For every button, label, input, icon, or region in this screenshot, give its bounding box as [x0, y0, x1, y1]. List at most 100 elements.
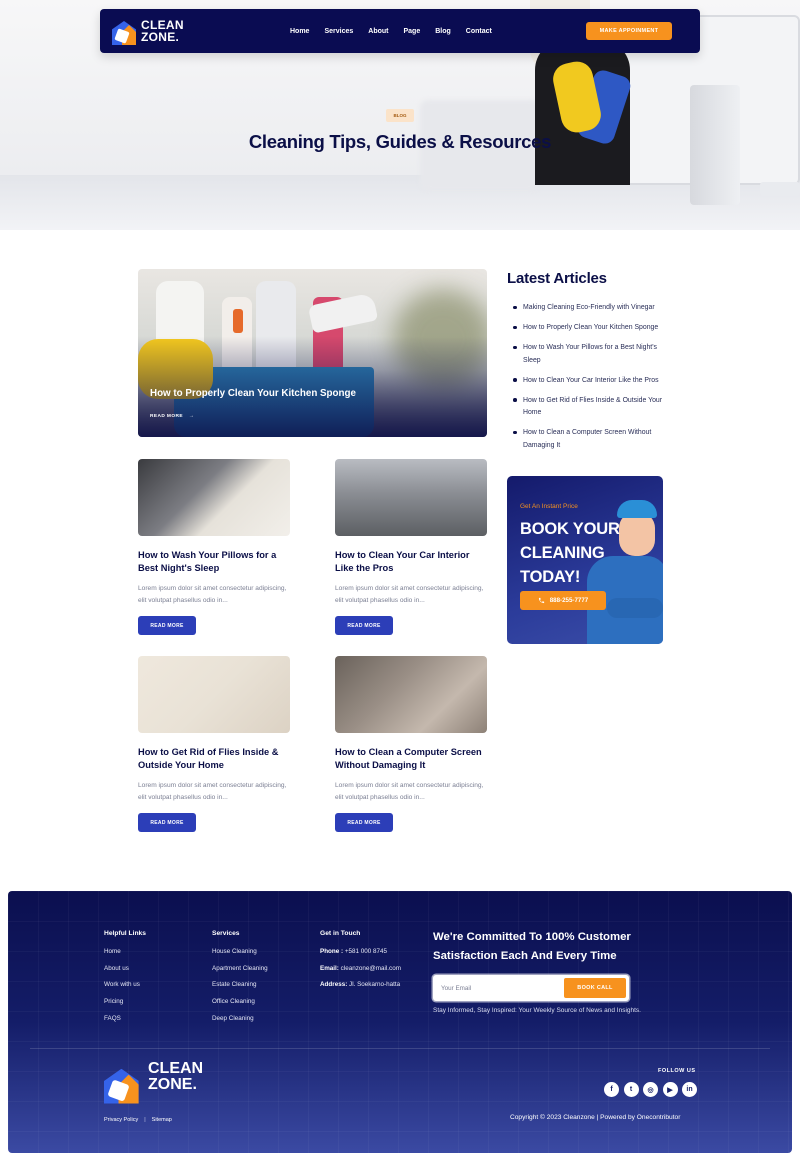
footer-helpful-links: Helpful Links Home About us Work with us…: [104, 930, 146, 1031]
latest-article-link[interactable]: How to Get Rid of Flies Inside & Outside…: [513, 395, 665, 420]
post-thumbnail[interactable]: [138, 656, 290, 733]
latest-article-link[interactable]: How to Properly Clean Your Kitchen Spong…: [513, 322, 665, 335]
post-title[interactable]: How to Get Rid of Flies Inside & Outside…: [138, 746, 290, 772]
footer-divider: [30, 1048, 770, 1049]
featured-post-title[interactable]: How to Properly Clean Your Kitchen Spong…: [150, 388, 356, 399]
footer-link[interactable]: About us: [104, 965, 146, 972]
privacy-policy-link[interactable]: Privacy Policy: [104, 1117, 138, 1123]
legal-separator: |: [144, 1117, 146, 1123]
footer-contact: Get in Touch Phone : +581 000 8745 Email…: [320, 930, 401, 998]
footer-brand-logo[interactable]: CLEAN ZONE.: [104, 1061, 203, 1104]
featured-post[interactable]: How to Properly Clean Your Kitchen Spong…: [138, 269, 487, 437]
footer-link[interactable]: Apartment Cleaning: [212, 965, 268, 972]
nav-link-blog[interactable]: Blog: [435, 28, 451, 35]
featured-overlay: [138, 269, 487, 437]
hero-section: CLEAN ZONE. Home Services About Page Blo…: [0, 0, 800, 230]
post-title[interactable]: How to Clean a Computer Screen Without D…: [335, 746, 487, 772]
footer-link[interactable]: Pricing: [104, 998, 146, 1005]
post-card: How to Get Rid of Flies Inside & Outside…: [138, 656, 290, 832]
follow-us-label: FOLLOW US: [658, 1068, 696, 1074]
email-label: Email:: [320, 964, 339, 972]
footer-email: Email: cleanzone@mail.com: [320, 965, 401, 972]
site-footer: Helpful Links Home About us Work with us…: [8, 891, 792, 1153]
post-excerpt: Lorem ipsum dolor sit amet consectetur a…: [138, 585, 287, 604]
promo-subtitle: Get An Instant Price: [520, 503, 578, 510]
sitemap-link[interactable]: Sitemap: [152, 1117, 172, 1123]
nav-links: Home Services About Page Blog Contact: [290, 9, 492, 53]
footer-link[interactable]: Deep Cleaning: [212, 1015, 268, 1022]
footer-legal-links: Privacy Policy | Sitemap: [104, 1117, 172, 1123]
make-appointment-button[interactable]: MAKE APPOINMENT: [586, 22, 672, 40]
newsletter-note: Stay Informed, Stay Inspired: Your Weekl…: [433, 1007, 641, 1014]
footer-brand-wordmark: CLEAN ZONE.: [148, 1061, 203, 1093]
facebook-icon[interactable]: f: [604, 1082, 619, 1097]
footer-column-heading: Services: [212, 930, 240, 937]
promo-headline: BOOK YOUR CLEANING TODAY!: [520, 520, 620, 586]
latest-article-link[interactable]: How to Clean Your Car Interior Like the …: [513, 375, 665, 388]
book-call-button[interactable]: BOOK CALL: [564, 978, 626, 998]
post-thumbnail[interactable]: [335, 459, 487, 536]
brand-logo[interactable]: CLEAN ZONE.: [112, 17, 184, 45]
footer-commitment-heading: We're Committed To 100% Customer Satisfa…: [433, 931, 631, 962]
latest-article-link[interactable]: Making Cleaning Eco-Friendly with Vinega…: [513, 302, 665, 315]
booking-promo-banner: Get An Instant Price BOOK YOUR CLEANING …: [507, 476, 663, 644]
read-more-label: READ MORE: [150, 414, 183, 419]
read-more-button[interactable]: READ MORE: [335, 616, 393, 635]
brand-name-line2: ZONE.: [148, 1076, 197, 1093]
house-logo-icon: [104, 1063, 139, 1104]
post-thumbnail[interactable]: [138, 459, 290, 536]
youtube-icon[interactable]: ▶: [662, 1082, 678, 1097]
nav-link-home[interactable]: Home: [290, 28, 309, 35]
post-excerpt: Lorem ipsum dolor sit amet consectetur a…: [335, 585, 484, 604]
post-excerpt: Lorem ipsum dolor sit amet consectetur a…: [335, 782, 484, 801]
newsletter-form: Your Email BOOK CALL: [433, 975, 629, 1001]
post-card: How to Clean Your Car Interior Like the …: [335, 459, 487, 635]
post-card: How to Clean a Computer Screen Without D…: [335, 656, 487, 832]
copyright-text: Copyright © 2023 Cleanzone | Powered by …: [510, 1114, 681, 1121]
instagram-icon[interactable]: ◎: [643, 1082, 658, 1097]
latest-articles-list: Making Cleaning Eco-Friendly with Vinega…: [513, 302, 665, 460]
address-label: Address:: [320, 981, 348, 989]
post-thumbnail[interactable]: [335, 656, 487, 733]
footer-column-heading: Helpful Links: [104, 930, 146, 937]
footer-link[interactable]: House Cleaning: [212, 948, 268, 955]
hero-badge: BLOG: [386, 109, 414, 122]
twitter-icon[interactable]: t: [623, 1082, 639, 1097]
post-title[interactable]: How to Clean Your Car Interior Like the …: [335, 549, 487, 575]
footer-link[interactable]: Estate Cleaning: [212, 981, 268, 988]
arrow-right-icon: →: [188, 414, 195, 419]
latest-articles-heading: Latest Articles: [507, 270, 607, 287]
post-title[interactable]: How to Wash Your Pillows for a Best Nigh…: [138, 549, 290, 575]
phone-value: +581 000 8745: [343, 948, 388, 955]
latest-article-link[interactable]: How to Clean a Computer Screen Without D…: [513, 427, 665, 452]
footer-link[interactable]: Office Cleaning: [212, 998, 268, 1005]
email-input[interactable]: Your Email: [441, 975, 471, 1001]
call-phone-button[interactable]: 888-255-7777: [520, 591, 606, 610]
latest-article-link[interactable]: How to Wash Your Pillows for a Best Nigh…: [513, 342, 665, 367]
footer-link[interactable]: FAQS: [104, 1015, 146, 1022]
footer-link[interactable]: Work with us: [104, 981, 146, 988]
linkedin-icon[interactable]: in: [682, 1082, 697, 1097]
footer-column-heading: Get in Touch: [320, 930, 361, 937]
email-value[interactable]: cleanzone@mail.com: [339, 965, 401, 972]
phone-icon: [538, 597, 544, 604]
hero-monitor-stand: [690, 85, 740, 205]
hero-keyboard: [760, 182, 800, 196]
read-more-button[interactable]: READ MORE: [138, 813, 196, 832]
nav-link-services[interactable]: Services: [324, 28, 353, 35]
footer-address: Address: Jl. Soekarno-hatta: [320, 981, 401, 988]
nav-link-page[interactable]: Page: [403, 28, 420, 35]
footer-phone: Phone : +581 000 8745: [320, 948, 401, 955]
nav-link-contact[interactable]: Contact: [466, 28, 492, 35]
read-more-button[interactable]: READ MORE: [138, 616, 196, 635]
page-title: Cleaning Tips, Guides & Resources: [248, 131, 552, 152]
post-excerpt: Lorem ipsum dolor sit amet consectetur a…: [138, 782, 287, 801]
address-value: Jl. Soekarno-hatta: [347, 981, 401, 989]
featured-read-more-link[interactable]: READ MORE →: [150, 414, 194, 419]
social-links: f t ◎ ▶ in: [604, 1082, 697, 1097]
nav-link-about[interactable]: About: [368, 28, 388, 35]
post-card: How to Wash Your Pillows for a Best Nigh…: [138, 459, 290, 635]
read-more-button[interactable]: READ MORE: [335, 813, 393, 832]
footer-link[interactable]: Home: [104, 948, 146, 955]
brand-name-line2: ZONE.: [141, 30, 180, 44]
